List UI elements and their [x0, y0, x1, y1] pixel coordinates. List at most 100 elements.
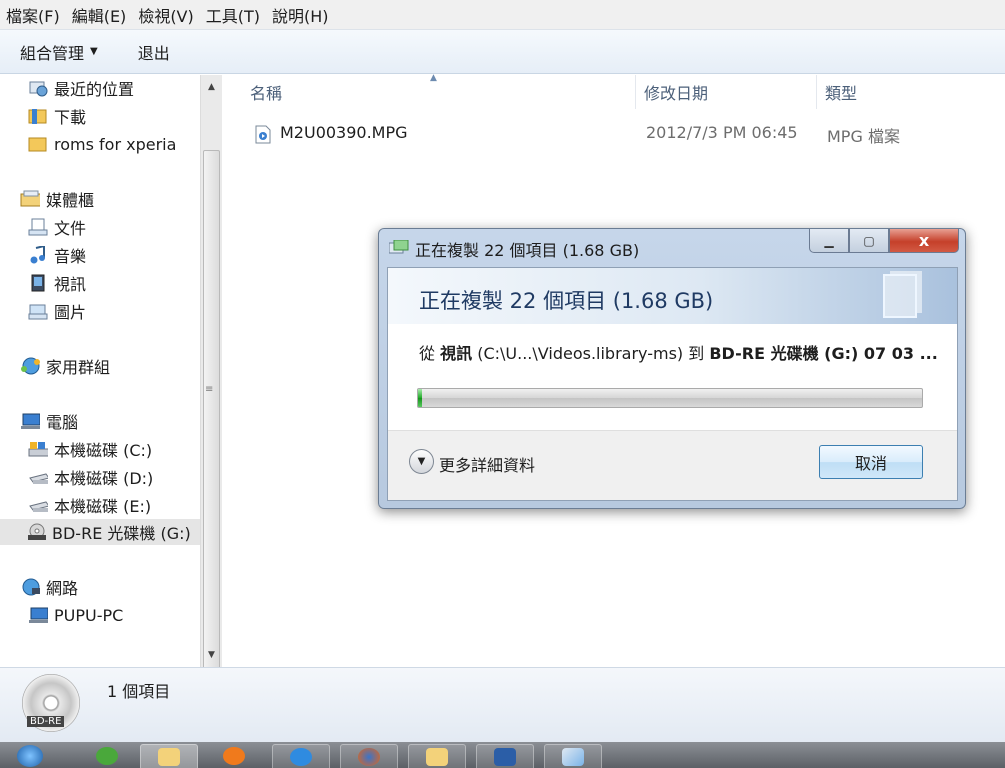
nav-label: 音樂: [54, 247, 87, 266]
nav-network[interactable]: 網路: [20, 574, 78, 600]
nav-label: 視訊: [54, 275, 87, 294]
nav-videos[interactable]: 視訊: [28, 270, 86, 296]
column-header-name[interactable]: 名稱: [222, 75, 636, 109]
column-header-type[interactable]: 類型: [817, 75, 1005, 109]
menu-tools[interactable]: 工具(T): [206, 3, 260, 27]
taskbar: [0, 742, 1005, 768]
taskbar-internet-explorer[interactable]: [272, 744, 330, 768]
minimize-icon: ▁: [824, 233, 834, 248]
nav-roms[interactable]: roms for xperia: [28, 131, 176, 157]
close-button[interactable]: x: [889, 229, 959, 253]
nav-music[interactable]: 音樂: [28, 242, 86, 268]
pictures-icon: [28, 302, 48, 320]
hard-drive-icon: [28, 468, 48, 486]
menu-file[interactable]: 檔案(F): [6, 3, 60, 27]
windows-orb-icon: [17, 745, 43, 767]
copy-icon: [388, 239, 409, 254]
nav-label: 文件: [54, 219, 87, 238]
taskbar-explorer[interactable]: [140, 744, 198, 768]
videos-icon: [28, 274, 48, 292]
scrollbar-thumb[interactable]: [203, 150, 220, 718]
word-icon: [494, 747, 516, 766]
dialog-banner: 正在複製 22 個項目 (1.68 GB): [388, 268, 957, 324]
source-path: (C:\U...\Videos.library-ms): [477, 344, 684, 363]
nav-label: 網路: [46, 579, 79, 598]
nav-documents[interactable]: 文件: [28, 214, 86, 240]
chevron-down-icon: ▼: [90, 46, 98, 57]
file-modified: 2012/7/3 PM 06:45: [646, 123, 798, 142]
cancel-label: 取消: [854, 454, 887, 473]
nav-computer[interactable]: 電腦: [20, 408, 78, 434]
nav-downloads[interactable]: 下載: [28, 103, 86, 129]
file-row[interactable]: M2U00390.MPG 2012/7/3 PM 06:45 MPG 檔案: [222, 123, 1005, 147]
music-icon: [28, 246, 48, 264]
taskbar-firefox[interactable]: [340, 744, 398, 768]
computer-icon: [28, 606, 48, 624]
copy-progress-dialog: 正在複製 22 個項目 (1.68 GB) ▁ ▢ x 正在複製 22 個項目 …: [378, 228, 966, 509]
hard-drive-icon: [28, 496, 48, 514]
nav-label: 媒體櫃: [46, 191, 95, 210]
dialog-heading: 正在複製 22 個項目 (1.68 GB): [419, 289, 714, 313]
menu-edit[interactable]: 編輯(E): [72, 3, 127, 27]
nav-recent-places[interactable]: 最近的位置: [28, 75, 134, 101]
navigation-pane: 最近的位置 下載 roms for xperia 媒體櫃 文件 音樂 視訊 圖片…: [0, 75, 200, 667]
column-name-label: 名稱: [250, 84, 283, 103]
column-type-label: 類型: [825, 84, 858, 103]
taskbar-copy-window[interactable]: [408, 744, 466, 768]
explorer-folder-icon: [158, 747, 180, 766]
minimize-button[interactable]: ▁: [809, 229, 849, 253]
copy-folder-icon: [426, 747, 448, 766]
maximize-button[interactable]: ▢: [849, 229, 889, 253]
scroll-up-arrow-icon[interactable]: ▲: [201, 77, 222, 97]
libraries-icon: [20, 190, 40, 208]
media-center-icon: [96, 747, 118, 765]
column-header-modified[interactable]: 修改日期: [636, 75, 817, 109]
nav-drive-e[interactable]: 本機磁碟 (E:): [28, 492, 151, 518]
expand-details-button[interactable]: ▼: [409, 449, 434, 474]
navigation-scrollbar[interactable]: ▲ ≡ ▼: [200, 75, 222, 718]
taskbar-media-player[interactable]: [205, 744, 263, 768]
nav-label: 本機磁碟 (E:): [54, 497, 152, 516]
nav-pictures[interactable]: 圖片: [28, 298, 86, 324]
nav-homegroup[interactable]: 家用群組: [20, 353, 110, 379]
nav-label: 本機磁碟 (C:): [54, 441, 153, 460]
nav-label: 本機磁碟 (D:): [54, 469, 154, 488]
downloads-folder-icon: [28, 107, 48, 125]
more-details-label[interactable]: 更多詳細資料: [439, 452, 535, 476]
taskbar-media-center[interactable]: [78, 744, 136, 768]
taskbar-word[interactable]: [476, 744, 534, 768]
eject-label: 退出: [137, 43, 170, 63]
taskbar-paint[interactable]: [544, 744, 602, 768]
nav-pupu-pc[interactable]: PUPU-PC: [28, 602, 123, 628]
cancel-button[interactable]: 取消: [819, 445, 923, 479]
nav-drive-g[interactable]: BD-RE 光碟機 (G:): [0, 519, 200, 545]
window-controls: ▁ ▢ x: [809, 229, 959, 253]
folder-icon: [28, 135, 48, 153]
nav-libraries[interactable]: 媒體櫃: [20, 186, 94, 212]
nav-drive-c[interactable]: 本機磁碟 (C:): [28, 436, 152, 462]
scroll-down-arrow-icon[interactable]: ▼: [201, 645, 222, 665]
file-name: M2U00390.MPG: [280, 123, 408, 142]
column-modified-label: 修改日期: [644, 84, 709, 103]
item-count: 1 個項目: [107, 682, 171, 701]
nav-label: 家用群組: [46, 358, 111, 377]
nav-label: 最近的位置: [54, 80, 135, 99]
source-name[interactable]: 視訊: [440, 344, 472, 363]
start-button[interactable]: [4, 744, 56, 768]
documents-icon: [28, 218, 48, 236]
eject-button[interactable]: 退出: [138, 40, 170, 64]
homegroup-icon: [20, 357, 40, 375]
nav-drive-d[interactable]: 本機磁碟 (D:): [28, 464, 153, 490]
organize-button[interactable]: 組合管理 ▼: [20, 40, 98, 64]
copy-source-destination: 從 視訊 (C:\U...\Videos.library-ms) 到 BD-RE…: [419, 340, 938, 364]
recent-places-icon: [28, 79, 48, 97]
menu-view[interactable]: 檢視(V): [138, 3, 193, 27]
close-icon: x: [918, 231, 930, 250]
menu-help[interactable]: 說明(H): [272, 3, 329, 27]
nav-label: 電腦: [46, 413, 79, 432]
file-type: MPG 檔案: [827, 127, 900, 146]
destination-name[interactable]: BD-RE 光碟機 (G:) 07 03 ...: [709, 344, 937, 363]
from-word: 從: [419, 344, 436, 363]
system-drive-icon: [28, 440, 48, 458]
firefox-icon: [358, 747, 380, 766]
